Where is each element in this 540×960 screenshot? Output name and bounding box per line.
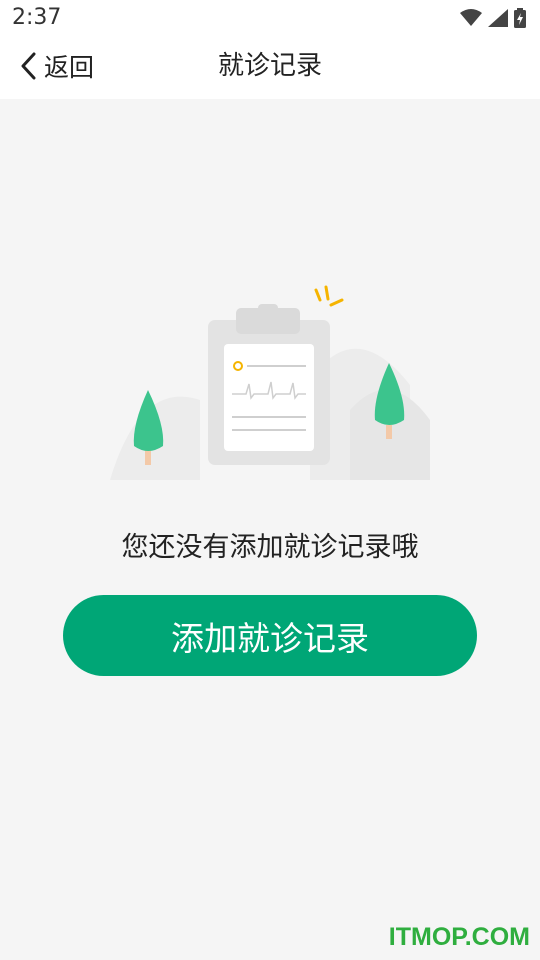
watermark: ITMOP.COM — [388, 923, 530, 951]
empty-state-message: 您还没有添加就诊记录哦 — [121, 532, 419, 563]
status-time: 2:37 — [12, 5, 62, 30]
status-icons — [460, 7, 526, 29]
battery-icon — [514, 8, 526, 28]
wifi-icon — [460, 9, 482, 26]
add-visit-record-button[interactable]: 添加就诊记录 — [63, 595, 477, 676]
cellular-signal-icon — [488, 9, 508, 27]
clipboard-ecg-illustration — [110, 285, 430, 480]
nav-bar: 返回 就诊记录 — [0, 36, 540, 99]
back-button[interactable]: 返回 — [20, 48, 94, 84]
back-label: 返回 — [44, 53, 95, 82]
chevron-left-icon — [21, 52, 36, 80]
status-bar: 2:37 — [0, 0, 540, 36]
